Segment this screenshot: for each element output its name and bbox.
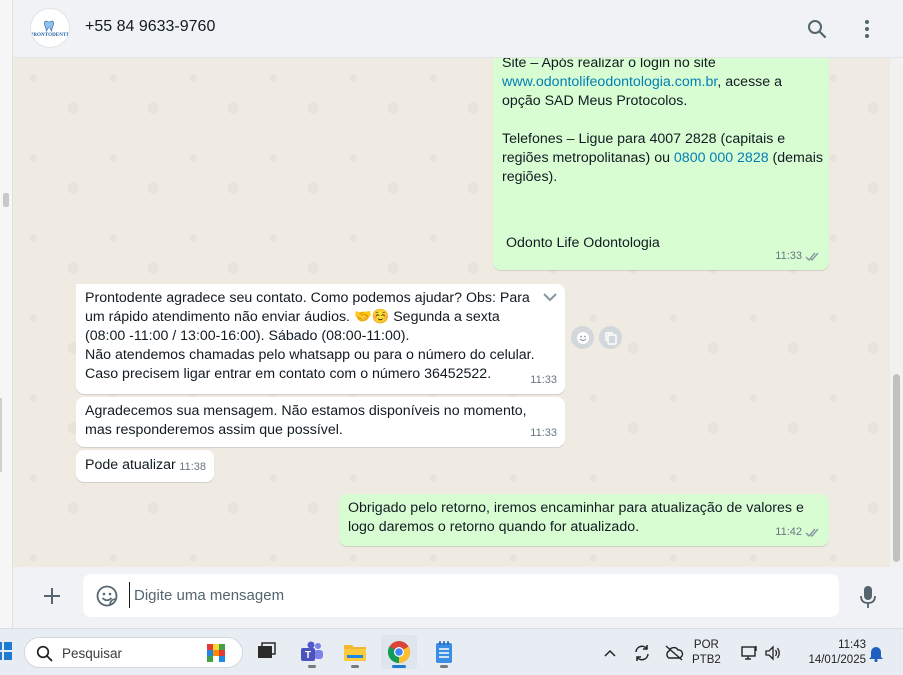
task-view-button[interactable] (248, 635, 284, 669)
language-code: POR (693, 639, 719, 651)
notepad-icon (436, 641, 452, 663)
notepad-app[interactable] (426, 635, 462, 669)
chrome-app[interactable] (381, 635, 417, 669)
svg-text:T: T (305, 650, 311, 661)
taskbar-search[interactable]: Pesquisar (24, 637, 243, 668)
chevron-up-icon (604, 649, 616, 657)
sync-tray-button[interactable] (632, 643, 652, 663)
phone-link[interactable]: 0800 000 2828 (674, 150, 769, 166)
message-text: Prontodente agradece seu contato. Como p… (85, 290, 535, 382)
search-button[interactable] (802, 14, 832, 44)
onedrive-tray-button[interactable] (664, 643, 684, 663)
message-time: 11:33 (530, 427, 557, 439)
keyboard-layout: PTB2 (692, 654, 721, 666)
copy-icon (604, 331, 617, 345)
clock-time: 11:43 (838, 639, 866, 651)
tooth-logo-icon (44, 20, 54, 32)
message-text: Agradecemos sua mensagem. Não estamos di… (85, 403, 531, 438)
sticker-emoji-icon[interactable] (95, 584, 119, 608)
message-input[interactable] (129, 582, 819, 608)
edge-marker (0, 398, 2, 472)
contact-name[interactable]: +55 84 9633-9760 (85, 18, 215, 36)
message-text: Site – Após realizar o login no site www… (502, 58, 827, 185)
teams-icon: T (301, 641, 323, 661)
message-meta: 11:33 (530, 424, 557, 443)
smiley-icon (576, 331, 589, 344)
active-indicator (392, 665, 406, 668)
teams-app[interactable]: T (294, 635, 330, 669)
chrome-icon (388, 641, 410, 663)
network-monitor-icon (741, 646, 757, 660)
react-emoji-button[interactable] (571, 326, 594, 349)
signature-text: Odonto Life Odontologia (506, 235, 660, 251)
cloud-offline-icon (665, 645, 684, 661)
message-time: 11:33 (530, 374, 557, 386)
chat-scrollbar[interactable] (890, 58, 903, 567)
message-meta: 11:33 (775, 247, 821, 266)
search-icon (36, 645, 53, 662)
chat-messages[interactable]: Site – Após realizar o login no site www… (13, 58, 890, 567)
file-explorer-app[interactable] (337, 635, 373, 669)
message-bubble-incoming[interactable]: Agradecemos sua mensagem. Não estamos di… (76, 397, 565, 447)
bell-icon (869, 647, 883, 662)
rubiks-cube-icon (207, 644, 225, 662)
windows-taskbar: Pesquisar T POR PTB2 11:43 14/01/2025 (0, 628, 903, 675)
taskbar-clock[interactable]: 11:43 14/01/2025 (796, 638, 866, 668)
browser-left-edge (0, 0, 13, 628)
folder-icon (344, 645, 366, 661)
message-text: Pode atualizar (85, 457, 176, 473)
running-indicator (351, 665, 359, 668)
message-input-box (83, 574, 839, 617)
speaker-icon (765, 645, 780, 661)
sync-icon (635, 645, 649, 661)
running-indicator (440, 665, 448, 668)
clock-date: 14/01/2025 (808, 654, 866, 666)
task-view-icon (258, 642, 276, 658)
show-hidden-icons-button[interactable] (600, 643, 620, 663)
voice-message-button[interactable] (856, 583, 880, 611)
forward-button[interactable] (599, 326, 622, 349)
avatar[interactable]: PRONTODENTE (30, 8, 70, 48)
notifications-button[interactable] (866, 643, 886, 663)
chevron-down-icon[interactable] (543, 292, 557, 302)
double-check-icon (805, 528, 819, 538)
plus-icon (44, 588, 60, 604)
menu-button[interactable] (852, 14, 882, 44)
message-meta: 11:42 (775, 523, 821, 542)
network-tray-button[interactable] (740, 643, 760, 663)
double-check-icon (805, 252, 819, 262)
microphone-icon (860, 586, 876, 608)
running-indicator (308, 665, 316, 668)
message-time: 11:38 (179, 461, 206, 473)
message-bubble-outgoing[interactable]: Obrigado pelo retorno, iremos encaminhar… (339, 494, 829, 546)
website-link[interactable]: www.odontolifeodontologia.com.br (502, 74, 717, 90)
language-indicator[interactable]: POR PTB2 (692, 638, 721, 668)
message-time: 11:42 (775, 526, 802, 538)
chat-header: PRONTODENTE +55 84 9633-9760 (13, 0, 903, 58)
message-text: Obrigado pelo retorno, iremos encaminhar… (348, 500, 808, 535)
message-bubble-outgoing[interactable]: Site – Após realizar o login no site www… (493, 58, 829, 270)
edge-handle[interactable] (3, 193, 9, 207)
message-composer (13, 567, 903, 628)
attach-button[interactable] (39, 583, 65, 609)
message-bubble-incoming[interactable]: Prontodente agradece seu contato. Como p… (76, 284, 565, 394)
kebab-menu-icon (865, 20, 869, 38)
volume-tray-button[interactable] (763, 643, 783, 663)
message-bubble-incoming[interactable]: Pode atualizar 11:38 (76, 450, 214, 482)
taskbar-search-label: Pesquisar (62, 646, 123, 661)
message-meta: 11:33 (530, 371, 557, 390)
scrollbar-thumb[interactable] (893, 374, 900, 562)
avatar-logo-text: PRONTODENTE (30, 32, 70, 38)
message-meta: 11:38 (179, 458, 206, 477)
search-icon (808, 20, 827, 39)
message-time: 11:33 (775, 250, 802, 262)
windows-start-icon[interactable] (0, 642, 12, 660)
